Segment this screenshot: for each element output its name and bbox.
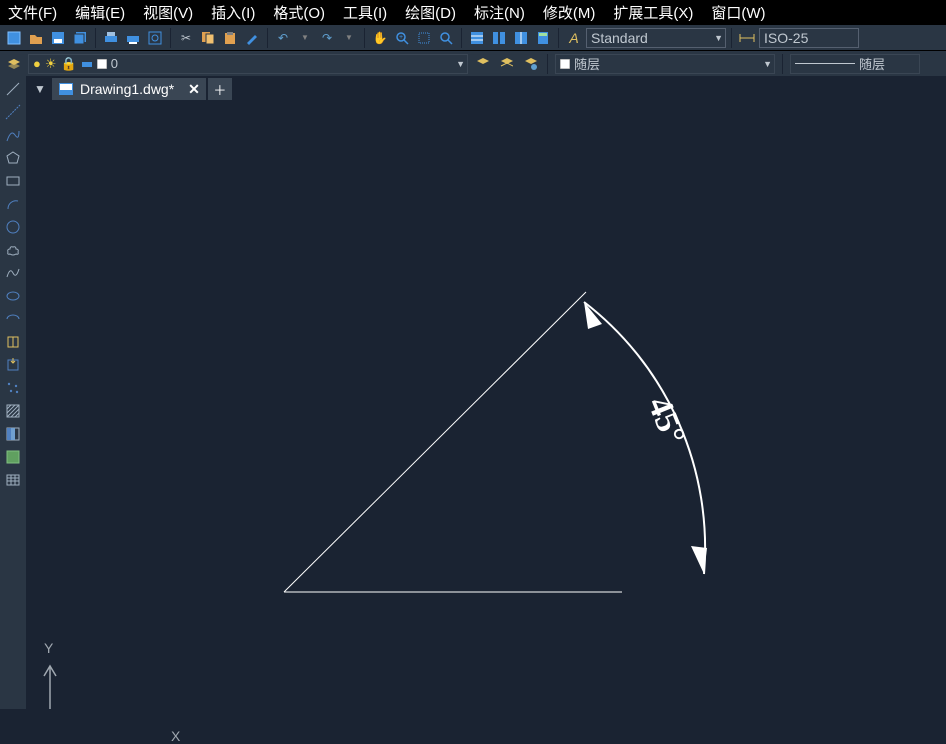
tab-title: Drawing1.dwg*: [80, 81, 174, 97]
chevron-down-icon: ▼: [763, 59, 772, 69]
color-label: 随层: [574, 54, 600, 73]
separator: [731, 28, 732, 48]
paste-icon[interactable]: [221, 29, 239, 47]
tab-menu-icon[interactable]: ▼: [31, 80, 49, 98]
redo-dd-icon[interactable]: ▼: [340, 29, 358, 47]
menu-insert[interactable]: 插入(I): [211, 2, 255, 23]
separator: [170, 28, 171, 48]
svg-text:+: +: [399, 34, 403, 41]
line-tool-icon[interactable]: [4, 80, 22, 98]
separator: [558, 28, 559, 48]
arc-tool-icon[interactable]: [4, 195, 22, 213]
linetype-combo[interactable]: 随层: [790, 54, 920, 74]
close-icon[interactable]: ✕: [188, 81, 200, 98]
undo-dd-icon[interactable]: ▼: [296, 29, 314, 47]
plot-icon[interactable]: [124, 29, 142, 47]
ellipsearc-tool-icon[interactable]: [4, 310, 22, 328]
new-icon[interactable]: [5, 29, 23, 47]
revcloud-tool-icon[interactable]: [4, 241, 22, 259]
region-tool-icon[interactable]: [4, 448, 22, 466]
document-tab[interactable]: Drawing1.dwg* ✕: [52, 78, 206, 100]
new-tab-button[interactable]: ＋: [208, 78, 232, 100]
insert-tool-icon[interactable]: [4, 356, 22, 374]
sun-icon: ☀: [45, 56, 57, 72]
save-icon[interactable]: [49, 29, 67, 47]
match-icon[interactable]: [243, 29, 261, 47]
polyline-tool-icon[interactable]: [4, 126, 22, 144]
text-style-icon[interactable]: A: [565, 29, 583, 47]
xline-tool-icon[interactable]: [4, 103, 22, 121]
block-tool-icon[interactable]: [4, 333, 22, 351]
pan-icon[interactable]: ✋: [371, 29, 389, 47]
bulb-on-icon: ●: [33, 56, 41, 71]
lock-icon: 🔒: [61, 56, 77, 72]
dwg-icon: [58, 82, 74, 96]
chevron-down-icon: ▼: [714, 33, 723, 43]
dim-style-label: ISO-25: [764, 30, 808, 46]
text-style-label: Standard: [591, 30, 648, 46]
x-axis-label: X: [171, 728, 180, 744]
line-sample: [795, 63, 855, 64]
spline-tool-icon[interactable]: [4, 264, 22, 282]
text-style-combo[interactable]: Standard ▼: [586, 28, 726, 48]
layer-prev-icon[interactable]: [473, 55, 491, 73]
redo-icon[interactable]: ↷: [318, 29, 336, 47]
chevron-down-icon: ▼: [456, 59, 465, 69]
saveall-icon[interactable]: [71, 29, 89, 47]
y-axis-label: Y: [44, 640, 53, 656]
gradient-tool-icon[interactable]: [4, 425, 22, 443]
separator: [267, 28, 268, 48]
undo-icon[interactable]: ↶: [274, 29, 292, 47]
menu-modify[interactable]: 修改(M): [543, 2, 596, 23]
circle-tool-icon[interactable]: [4, 218, 22, 236]
polygon-tool-icon[interactable]: [4, 149, 22, 167]
color-combo[interactable]: 随层 ▼: [555, 54, 775, 74]
menu-draw[interactable]: 绘图(D): [405, 2, 456, 23]
separator: [95, 28, 96, 48]
menu-annotate[interactable]: 标注(N): [474, 2, 525, 23]
designcenter-icon[interactable]: [490, 29, 508, 47]
dim-style-combo[interactable]: ISO-25: [759, 28, 859, 48]
separator: [364, 28, 365, 48]
calculator-icon[interactable]: [534, 29, 552, 47]
layer-manager-icon[interactable]: [5, 55, 23, 73]
menu-file[interactable]: 文件(F): [8, 2, 57, 23]
dim-style-icon[interactable]: [738, 29, 756, 47]
drawing-canvas[interactable]: 45° X Y: [26, 102, 946, 709]
rectangle-tool-icon[interactable]: [4, 172, 22, 190]
layer-iso-icon[interactable]: [521, 55, 539, 73]
layer-match-icon[interactable]: [497, 55, 515, 73]
table-tool-icon[interactable]: [4, 471, 22, 489]
linetype-label: 随层: [859, 54, 885, 73]
print-layer-icon: [81, 58, 93, 70]
toolpalette-icon[interactable]: [512, 29, 530, 47]
cut-icon[interactable]: ✂: [177, 29, 195, 47]
separator: [782, 54, 783, 74]
separator: [547, 54, 548, 74]
hatch-tool-icon[interactable]: [4, 402, 22, 420]
menu-extension[interactable]: 扩展工具(X): [613, 2, 693, 23]
menu-view[interactable]: 视图(V): [143, 2, 193, 23]
separator: [461, 28, 462, 48]
print-icon[interactable]: [102, 29, 120, 47]
color-swatch: [97, 59, 107, 69]
open-icon[interactable]: [27, 29, 45, 47]
zoom-in-icon[interactable]: +: [393, 29, 411, 47]
color-swatch: [560, 59, 570, 69]
menu-format[interactable]: 格式(O): [273, 2, 325, 23]
layer-name: 0: [111, 56, 118, 71]
properties-icon[interactable]: [468, 29, 486, 47]
preview-icon[interactable]: [146, 29, 164, 47]
layer-combo[interactable]: ● ☀ 🔒 0 ▼: [28, 54, 468, 74]
zoom-extents-icon[interactable]: [437, 29, 455, 47]
point-tool-icon[interactable]: [4, 379, 22, 397]
menu-window[interactable]: 窗口(W): [711, 2, 765, 23]
menu-edit[interactable]: 编辑(E): [75, 2, 125, 23]
zoom-window-icon[interactable]: [415, 29, 433, 47]
menu-tools[interactable]: 工具(I): [343, 2, 387, 23]
copy-icon[interactable]: [199, 29, 217, 47]
ellipse-tool-icon[interactable]: [4, 287, 22, 305]
